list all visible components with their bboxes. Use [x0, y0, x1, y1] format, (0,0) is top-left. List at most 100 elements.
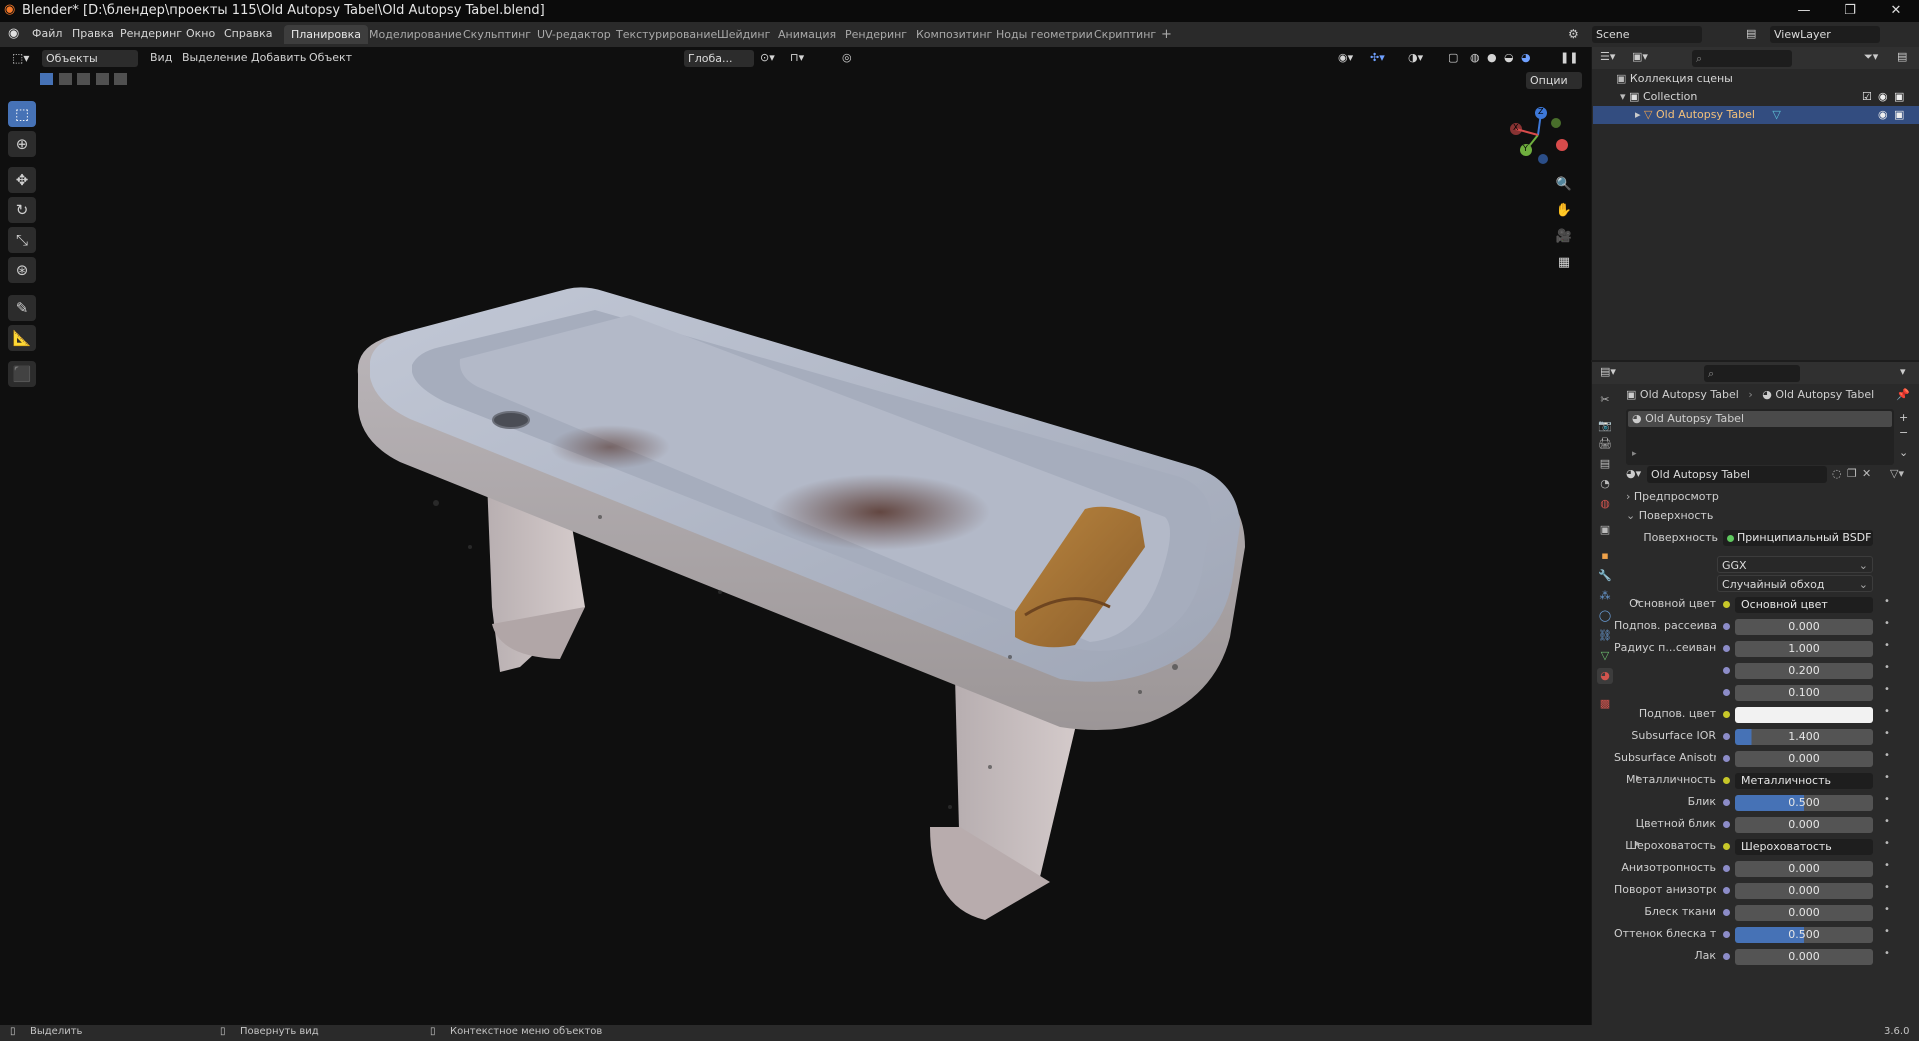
keyframe-dot-icon[interactable]: •	[1884, 816, 1890, 827]
shading-rendered-icon[interactable]: ◕	[1521, 51, 1531, 64]
transform-icon[interactable]: ⊛	[8, 257, 36, 283]
scene-selector[interactable]: Scene	[1592, 26, 1702, 43]
input-socket-icon[interactable]	[1723, 755, 1730, 762]
select-new-icon[interactable]	[40, 73, 53, 85]
numeric-input-field[interactable]: 0.100	[1735, 685, 1873, 701]
output-tab-icon[interactable]: 🖨	[1597, 436, 1613, 452]
keyframe-dot-icon[interactable]: •	[1884, 640, 1890, 651]
viewport-canvas[interactable]	[0, 47, 1591, 1025]
rotate-icon[interactable]: ↻	[8, 197, 36, 223]
input-socket-icon[interactable]	[1723, 689, 1730, 696]
tab-layout[interactable]: Планировка	[284, 25, 368, 44]
distribution-dropdown[interactable]: GGX ⌄	[1717, 556, 1873, 573]
input-socket-icon[interactable]	[1723, 799, 1730, 806]
input-socket-icon[interactable]	[1723, 843, 1730, 850]
section-surface[interactable]: ⌄ Поверхность	[1626, 507, 1916, 525]
tab-modeling[interactable]: Моделирование	[362, 25, 469, 44]
surface-shader-field[interactable]: Принципиальный BSDF	[1723, 530, 1873, 546]
numeric-input-field[interactable]: 0.000	[1735, 817, 1873, 833]
scale-icon[interactable]: ⤡	[8, 227, 36, 253]
menu-render[interactable]: Рендеринг	[120, 27, 182, 40]
section-preview[interactable]: › Предпросмотр	[1626, 488, 1916, 506]
menu-view[interactable]: Вид	[150, 51, 172, 64]
numeric-input-field[interactable]: 0.200	[1735, 663, 1873, 679]
linked-input-field[interactable]: Основной цвет	[1735, 597, 1873, 613]
mode-selector[interactable]: Объекты	[42, 50, 138, 67]
input-socket-icon[interactable]	[1723, 667, 1730, 674]
input-socket-icon[interactable]	[1723, 865, 1730, 872]
select-subtract-icon[interactable]	[77, 73, 90, 85]
numeric-input-field[interactable]: 0.000	[1735, 949, 1873, 965]
close-button[interactable]: ✕	[1873, 0, 1919, 22]
transform-orientation[interactable]: Глоба...	[684, 50, 754, 67]
numeric-input-field[interactable]: 0.000	[1735, 905, 1873, 921]
display-mode-icon[interactable]: ☰▾	[1600, 50, 1615, 63]
tab-shading[interactable]: Шейдинг	[710, 25, 777, 44]
outliner-search-input[interactable]: ⌕	[1692, 50, 1792, 67]
linked-input-field[interactable]: Шероховатость	[1735, 839, 1873, 855]
menu-help[interactable]: Справка	[224, 27, 272, 40]
material-slot-item[interactable]: ◕ Old Autopsy Tabel	[1628, 411, 1892, 427]
numeric-input-field[interactable]: 1.400	[1735, 729, 1873, 745]
keyframe-dot-icon[interactable]: •	[1884, 596, 1890, 607]
tab-geometry-nodes[interactable]: Ноды геометрии	[989, 25, 1100, 44]
input-socket-icon[interactable]	[1723, 733, 1730, 740]
keyframe-dot-icon[interactable]: •	[1884, 860, 1890, 871]
outliner-object-row[interactable]: ▸ ▽ Old Autopsy Tabel ▽ ◉ ▣	[1593, 106, 1919, 124]
minimize-button[interactable]: —	[1781, 0, 1827, 22]
numeric-input-field[interactable]: 0.500	[1735, 795, 1873, 811]
subsurface-method-dropdown[interactable]: Случайный обход ⌄	[1717, 575, 1873, 592]
visibility-icon[interactable]: ◉▾	[1338, 51, 1353, 64]
input-socket-icon[interactable]	[1723, 909, 1730, 916]
tab-animation[interactable]: Анимация	[771, 25, 843, 44]
keyframe-dot-icon[interactable]: •	[1884, 794, 1890, 805]
object-eye-icon[interactable]: ◉	[1878, 106, 1888, 124]
scene-tab-icon[interactable]: ◔	[1597, 476, 1613, 492]
tab-texture-paint[interactable]: Текстурирование	[609, 25, 724, 44]
object-tab-icon[interactable]: ▪	[1597, 548, 1613, 564]
select-box-icon[interactable]: ⬚	[8, 101, 36, 127]
modifier-tab-icon[interactable]: 🔧	[1597, 568, 1613, 584]
numeric-input-field[interactable]: 0.500	[1735, 927, 1873, 943]
pan-hand-icon[interactable]: ✋	[1554, 201, 1574, 221]
properties-search-input[interactable]: ⌕	[1704, 365, 1800, 382]
keyframe-dot-icon[interactable]: •	[1884, 948, 1890, 959]
navigation-gizmo[interactable]: Z Y X	[1508, 105, 1568, 165]
render-tab-icon[interactable]: 📷	[1597, 418, 1613, 434]
expand-slot-icon[interactable]: ▸	[1632, 449, 1637, 459]
pivot-icon[interactable]: ⊙▾	[760, 51, 775, 64]
maximize-button[interactable]: ❐	[1827, 0, 1873, 22]
overlay-icon[interactable]: ◑▾	[1408, 51, 1423, 64]
outliner-collection[interactable]: ▾ ▣ Collection ☑ ◉ ▣	[1616, 88, 1916, 106]
properties-options-icon[interactable]: ▾	[1900, 365, 1906, 378]
input-socket-icon[interactable]	[1723, 711, 1730, 718]
fake-user-icon[interactable]: ◌	[1832, 467, 1842, 480]
properties-editor-icon[interactable]: ▤▾	[1600, 365, 1616, 378]
cursor-icon[interactable]: ⊕	[8, 131, 36, 157]
camera-icon[interactable]: 🎥	[1554, 227, 1574, 247]
tab-sculpting[interactable]: Скульптинг	[456, 25, 538, 44]
pin-icon[interactable]: 📌	[1896, 388, 1910, 401]
collection-tab-icon[interactable]: ▣	[1597, 522, 1613, 538]
annotate-icon[interactable]: ✎	[8, 295, 36, 321]
keyframe-dot-icon[interactable]: •	[1884, 882, 1890, 893]
proportional-edit-icon[interactable]: ◎	[842, 51, 852, 64]
tab-compositing[interactable]: Композитинг	[909, 25, 999, 44]
object-camera-icon[interactable]: ▣	[1894, 106, 1904, 124]
filter-mode-icon[interactable]: ▣▾	[1632, 50, 1648, 63]
expand-arrow-icon[interactable]: ▾	[1620, 90, 1626, 103]
shading-wireframe-icon[interactable]: ◍	[1470, 51, 1480, 64]
options-dropdown[interactable]: Опции	[1526, 72, 1582, 89]
filter-icon[interactable]: ⏷▾	[1864, 50, 1878, 64]
pause-render-icon[interactable]: ❚❚	[1560, 51, 1578, 64]
shading-solid-icon[interactable]: ●	[1487, 51, 1497, 64]
input-socket-icon[interactable]	[1723, 601, 1730, 608]
material-name-field[interactable]: Old Autopsy Tabel	[1647, 466, 1827, 483]
view-layer-selector[interactable]: ViewLayer	[1770, 26, 1880, 43]
input-socket-icon[interactable]	[1723, 931, 1730, 938]
collection-eye-icon[interactable]: ◉	[1878, 88, 1888, 106]
select-intersect-icon[interactable]	[114, 73, 127, 85]
tab-rendering[interactable]: Рендеринг	[838, 25, 914, 44]
menu-edit[interactable]: Правка	[72, 27, 114, 40]
move-icon[interactable]: ✥	[8, 167, 36, 193]
